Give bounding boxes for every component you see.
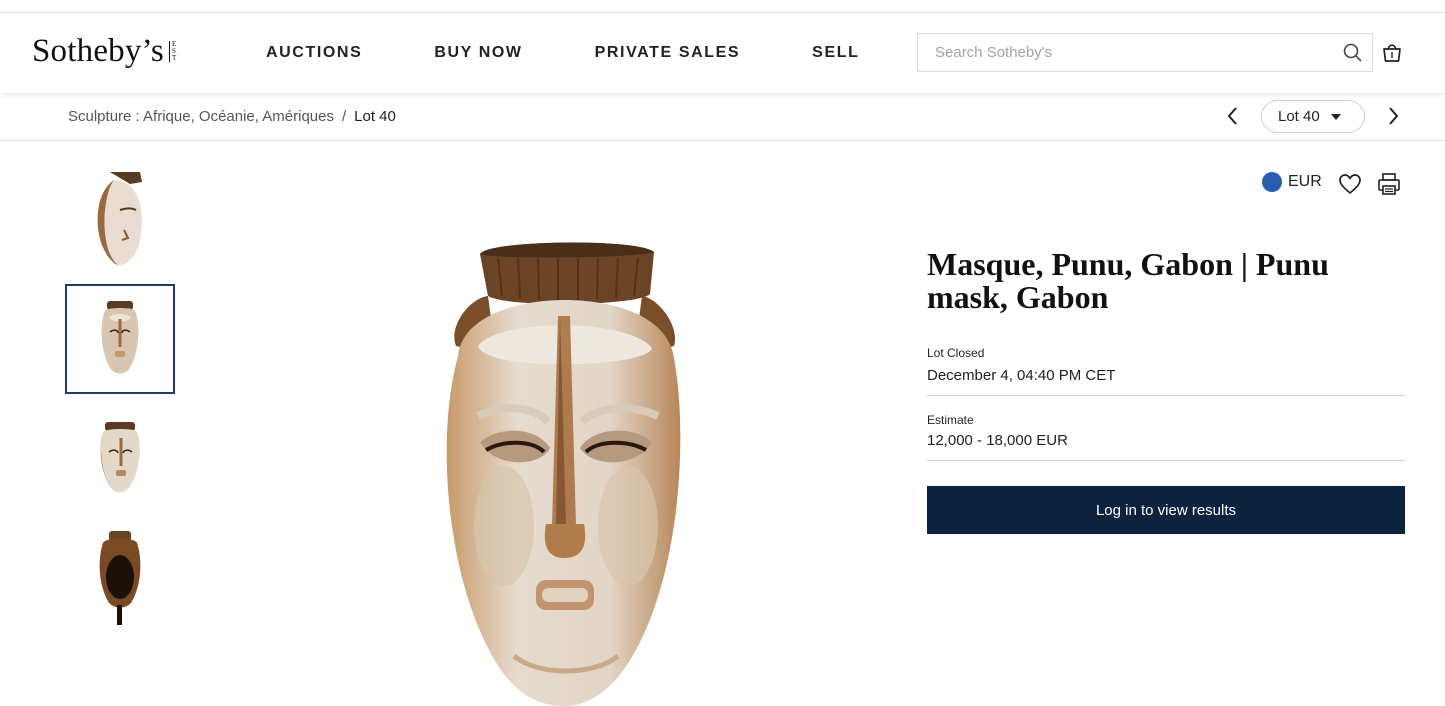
mask-three-quarter-thumb-image <box>100 422 140 493</box>
lot-select[interactable]: Lot 40 <box>1261 100 1365 133</box>
breadcrumb-bar: Sculpture : Afrique, Océanie, Amériques … <box>0 93 1445 141</box>
currency-label: EUR <box>1288 173 1322 190</box>
logo-wordmark: Sotheby’s <box>32 33 164 69</box>
shopping-bag-icon[interactable] <box>1380 40 1404 64</box>
thumbnail-mask-three-quarter[interactable] <box>65 403 175 513</box>
globe-icon <box>1262 172 1282 192</box>
punu-mask-image <box>446 242 681 706</box>
login-to-view-results-button[interactable]: Log in to view results <box>927 486 1405 534</box>
search-box <box>917 33 1373 72</box>
search-icon[interactable] <box>1334 34 1372 71</box>
logo-est-mark: E S T <box>168 41 176 62</box>
divider <box>927 395 1405 396</box>
mask-back-thumb-image <box>99 531 141 625</box>
nav-sell[interactable]: SELL <box>812 44 859 62</box>
breadcrumb-parent-link[interactable]: Sculpture : Afrique, Océanie, Amériques <box>68 108 334 125</box>
estimate-value: 12,000 - 18,000 EUR <box>927 432 1068 449</box>
divider <box>927 460 1405 461</box>
chevron-left-icon[interactable] <box>1222 105 1244 127</box>
breadcrumb-separator: / <box>341 108 347 125</box>
lot-tools: EUR <box>1262 172 1400 195</box>
breadcrumb: Sculpture : Afrique, Océanie, Amériques … <box>68 108 396 125</box>
breadcrumb-current: Lot 40 <box>354 108 396 125</box>
printer-icon[interactable] <box>1377 172 1401 196</box>
search-input[interactable] <box>918 34 1334 71</box>
lot-select-value: Lot 40 <box>1278 108 1320 125</box>
mask-front-thumb-image <box>101 301 139 374</box>
thumbnail-mask-back[interactable] <box>65 522 175 632</box>
lot-title: Masque, Punu, Gabon | Punu mask, Gabon <box>927 246 1329 315</box>
nav-private-sales[interactable]: PRIVATE SALES <box>595 44 741 62</box>
nav-auctions[interactable]: AUCTIONS <box>266 44 362 62</box>
sothebys-logo[interactable]: Sotheby’s E S T <box>32 33 176 70</box>
mask-side-thumb-image <box>97 172 142 266</box>
main-nav: AUCTIONS BUY NOW PRIVATE SALES SELL <box>266 44 931 62</box>
caret-down-icon <box>1331 114 1341 120</box>
nav-buy-now[interactable]: BUY NOW <box>434 44 522 62</box>
currency-selector[interactable]: EUR <box>1262 172 1322 192</box>
lot-closed-date: December 4, 04:40 PM CET <box>927 367 1116 384</box>
thumbnail-mask-side[interactable] <box>65 165 175 275</box>
heart-icon[interactable] <box>1338 172 1362 196</box>
estimate-label: Estimate <box>927 413 974 427</box>
main-lot-image[interactable] <box>418 236 686 706</box>
site-header: Sotheby’s E S T AUCTIONS BUY NOW PRIVATE… <box>0 13 1445 93</box>
chevron-right-icon[interactable] <box>1382 105 1404 127</box>
thumbnail-mask-front[interactable] <box>65 284 175 394</box>
lot-status-label: Lot Closed <box>927 346 985 360</box>
